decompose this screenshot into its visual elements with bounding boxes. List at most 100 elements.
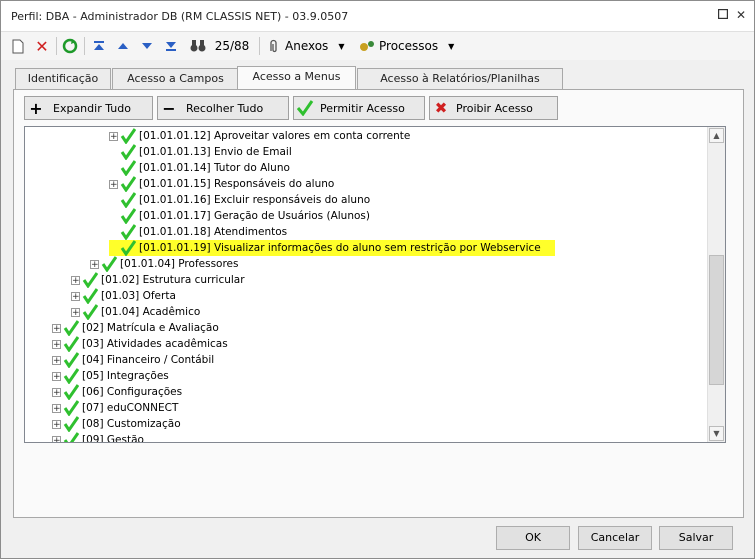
expand-node-icon[interactable]: + [90, 259, 99, 269]
ok-button[interactable]: OK [496, 526, 570, 550]
checkmark-icon[interactable] [120, 208, 136, 224]
expand-node-icon[interactable]: + [52, 419, 61, 429]
tree-item[interactable]: + [04] Financeiro / Contábil [52, 352, 214, 368]
tab-acesso-relatorios[interactable]: Acesso à Relatórios/Planilhas [357, 68, 563, 89]
tree-item[interactable]: + [07] eduCONNECT [52, 400, 178, 416]
scroll-down-icon[interactable]: ▼ [709, 426, 724, 441]
tab-acesso-campos[interactable]: Acesso a Campos [112, 68, 239, 89]
tree-item[interactable]: + [01.01.04] Professores [90, 256, 238, 272]
window-title: Perfil: DBA - Administrador DB (RM CLASS… [11, 10, 349, 23]
tree-item[interactable]: + [01.04] Acadêmico [71, 304, 200, 320]
toolbar-separator [56, 37, 57, 55]
checkmark-icon[interactable] [63, 400, 79, 416]
checkmark-icon[interactable] [120, 224, 136, 240]
expand-node-icon[interactable]: + [71, 275, 80, 285]
checkmark-icon[interactable] [63, 384, 79, 400]
checkmark-icon[interactable] [82, 288, 98, 304]
checkmark-icon[interactable] [120, 176, 136, 192]
checkmark-icon[interactable] [82, 272, 98, 288]
refresh-icon[interactable] [61, 36, 79, 56]
tree-item-label: [07] eduCONNECT [82, 402, 179, 414]
checkmark-icon[interactable] [101, 256, 117, 272]
previous-record-icon[interactable] [114, 36, 132, 56]
delete-icon[interactable]: ✕ [33, 36, 51, 56]
expand-node-icon[interactable]: + [109, 179, 118, 189]
collapse-all-label: Recolher Tudo [186, 101, 264, 115]
tab-acesso-menus[interactable]: Acesso a Menus [237, 66, 356, 91]
tab-identificacao[interactable]: Identificação [15, 68, 111, 89]
save-button[interactable]: Salvar [659, 526, 733, 550]
first-record-icon[interactable] [90, 36, 108, 56]
expand-node-icon[interactable]: + [52, 435, 61, 442]
checkmark-icon[interactable] [63, 368, 79, 384]
next-record-icon[interactable] [138, 36, 156, 56]
menu-tree[interactable]: ▲ ▼ + [01.01.01.12] Aproveitar valores em… [24, 126, 726, 443]
checkmark-icon[interactable] [63, 432, 79, 443]
expand-node-icon[interactable]: + [52, 387, 61, 397]
checkmark-icon[interactable] [82, 304, 98, 320]
gears-icon [360, 41, 374, 51]
new-record-icon[interactable] [9, 36, 27, 56]
tree-item-label: [01.01.04] Professores [120, 258, 239, 270]
expand-node-icon[interactable]: + [71, 291, 80, 301]
expand-node-icon[interactable]: + [109, 131, 118, 141]
checkmark-icon[interactable] [120, 144, 136, 160]
tree-item-label: [01.01.01.17] Geração de Usuários (Aluno… [139, 210, 370, 222]
last-record-icon[interactable] [162, 36, 180, 56]
checkmark-icon[interactable] [120, 192, 136, 208]
binoculars-icon[interactable] [188, 36, 208, 56]
expand-all-button[interactable]: + Expandir Tudo [24, 96, 153, 120]
processos-menu-button[interactable]: Processos ▼ [359, 36, 459, 56]
tree-item[interactable]: + [02] Matrícula e Avaliação [52, 320, 219, 336]
tree-item[interactable]: [01.01.01.14] Tutor do Aluno [109, 160, 290, 176]
anexos-menu-button[interactable]: Anexos ▼ [267, 36, 353, 56]
checkmark-icon[interactable] [63, 320, 79, 336]
checkmark-icon[interactable] [120, 160, 136, 176]
expand-node-icon[interactable]: + [52, 339, 61, 349]
scroll-up-icon[interactable]: ▲ [709, 128, 724, 143]
tree-item[interactable]: + [09] Gestão [52, 432, 144, 443]
expand-node-icon[interactable]: + [71, 307, 80, 317]
tree-item[interactable]: [01.01.01.19] Visualizar informações do … [109, 240, 555, 256]
collapse-all-button[interactable]: − Recolher Tudo [157, 96, 289, 120]
checkmark-icon[interactable] [63, 416, 79, 432]
tree-item[interactable]: + [01.02] Estrutura curricular [71, 272, 245, 288]
tree-item[interactable]: + [08] Customização [52, 416, 181, 432]
tree-item-label: [01.01.01.16] Excluir responsáveis do al… [139, 194, 371, 206]
expand-node-icon[interactable]: + [52, 323, 61, 333]
tree-item[interactable]: [01.01.01.13] Envio de Email [109, 144, 292, 160]
deny-access-button[interactable]: ✖ Proibir Acesso [429, 96, 558, 120]
tree-scrollbar[interactable]: ▲ ▼ [707, 127, 725, 442]
allow-access-button[interactable]: Permitir Acesso [293, 96, 425, 120]
tree-item-label: [06] Configurações [82, 386, 183, 398]
tree-item-label: [01.01.01.15] Responsáveis do aluno [139, 178, 335, 190]
tree-item-label: [01.01.01.19] Visualizar informações do … [139, 242, 541, 254]
checkmark-icon[interactable] [63, 352, 79, 368]
checkmark-icon[interactable] [120, 240, 136, 256]
tree-item[interactable]: [01.01.01.17] Geração de Usuários (Aluno… [109, 208, 370, 224]
expand-node-icon[interactable]: + [52, 403, 61, 413]
tree-item[interactable]: + [05] Integrações [52, 368, 169, 384]
tree-item-label: [01.01.01.13] Envio de Email [139, 146, 292, 158]
scroll-thumb[interactable] [709, 255, 724, 385]
close-window-icon[interactable]: ✕ [734, 8, 748, 22]
tree-item[interactable]: + [01.01.01.12] Aproveitar valores em con… [109, 128, 410, 144]
tree-item[interactable]: + [06] Configurações [52, 384, 182, 400]
chevron-down-icon: ▼ [448, 41, 455, 51]
checkmark-icon[interactable] [63, 336, 79, 352]
tree-item[interactable]: + [01.01.01.15] Responsáveis do aluno [109, 176, 334, 192]
checkmark-icon[interactable] [120, 128, 136, 144]
expand-node-icon[interactable]: + [52, 371, 61, 381]
tree-item[interactable]: [01.01.01.18] Atendimentos [109, 224, 287, 240]
expand-node-icon[interactable]: + [52, 355, 61, 365]
deny-access-label: Proibir Acesso [456, 101, 533, 115]
tree-item-label: [08] Customização [82, 418, 181, 430]
tree-item[interactable]: + [03] Atividades acadêmicas [52, 336, 228, 352]
tree-item-label: [01.01.01.12] Aproveitar valores em cont… [139, 130, 411, 142]
restore-icon[interactable] [716, 8, 730, 22]
tree-item[interactable]: + [01.03] Oferta [71, 288, 176, 304]
tree-item-label: [01.03] Oferta [101, 290, 176, 302]
cancel-button[interactable]: Cancelar [578, 526, 652, 550]
tree-item[interactable]: [01.01.01.16] Excluir responsáveis do al… [109, 192, 370, 208]
tree-item-label: [01.01.01.14] Tutor do Aluno [139, 162, 290, 174]
